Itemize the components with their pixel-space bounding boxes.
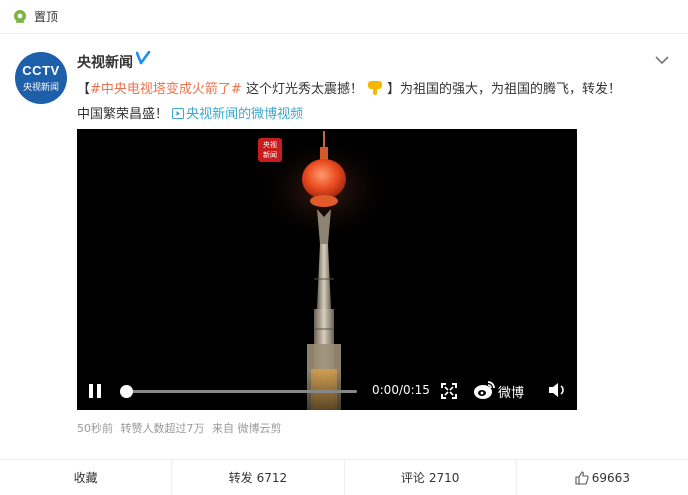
weibo-post: CCTV 央视新闻 央视新闻 【#中央电视塔变成火箭了# 这个灯光秀太震撼！ 】… — [0, 34, 688, 495]
hashtag-link[interactable]: #中央电视塔变成火箭了# — [90, 82, 242, 97]
post-text-line-1: 【#中央电视塔变成火箭了# 这个灯光秀太震撼！ 】为祖国的强大，为祖国的腾飞，转… — [77, 78, 621, 97]
comment-label: 评论 — [400, 471, 425, 485]
pinned-bar: 置顶 — [0, 0, 688, 34]
comment-button[interactable]: 评论 2710 — [345, 460, 517, 495]
hand-pointing-down-icon — [367, 81, 382, 95]
repost-label: 转发 — [228, 471, 253, 485]
comment-count: 2710 — [428, 470, 460, 485]
weibo-brand-text: 微博 — [498, 386, 525, 401]
volume-icon[interactable] — [548, 382, 566, 398]
post-text-continued: 】为祖国的强大，为祖国的腾飞，转发！ — [386, 82, 621, 97]
video-frame-tower — [254, 131, 394, 410]
video-player[interactable]: 央视 新闻 0:00/0:15 微博 — [77, 129, 577, 410]
progress-track[interactable] — [119, 385, 357, 398]
video-source-link[interactable]: 央视新闻的微博视频 — [186, 107, 303, 122]
avatar-sub-text: 央视新闻 — [22, 83, 59, 93]
video-time: 0:00/0:15 — [372, 383, 430, 397]
progress-knob[interactable] — [119, 385, 133, 398]
action-bar: 收藏 转发 6712 评论 2710 69663 — [0, 459, 688, 495]
favorite-button[interactable]: 收藏 — [0, 460, 173, 495]
avatar-logo-text: CCTV — [22, 63, 60, 78]
post-time[interactable]: 50秒前 — [77, 422, 113, 435]
pin-icon — [14, 9, 26, 23]
cctv-watermark: 央视 新闻 — [258, 138, 282, 162]
chevron-down-icon[interactable] — [654, 54, 670, 66]
fullscreen-icon[interactable] — [441, 383, 457, 399]
thumbs-up-icon — [575, 470, 589, 485]
post-text: 这个灯光秀太震撼！ — [241, 82, 363, 97]
author-name[interactable]: 央视新闻 — [77, 52, 133, 72]
bracket-open: 【 — [77, 82, 91, 97]
like-button[interactable]: 69663 — [517, 460, 688, 495]
repost-count: 6712 — [256, 470, 288, 485]
pause-icon[interactable] — [87, 383, 103, 399]
repost-button[interactable]: 转发 6712 — [172, 460, 345, 495]
post-text-line-2: 中国繁荣昌盛！ 央视新闻的微博视频 — [77, 103, 303, 122]
post-text-end: 中国繁荣昌盛！ — [77, 107, 173, 122]
weibo-logo-icon — [474, 381, 495, 399]
avatar[interactable]: CCTV 央视新闻 — [15, 52, 67, 104]
reposts-note: 转赞人数超过7万 — [120, 422, 205, 435]
verified-icon — [136, 51, 150, 65]
player-controls: 0:00/0:15 微博 — [77, 371, 577, 410]
pinned-label: 置顶 — [34, 10, 59, 24]
favorite-label: 收藏 — [73, 471, 98, 485]
like-count: 69663 — [591, 470, 630, 485]
post-meta: 50秒前 转赞人数超过7万 来自 微博云剪 — [77, 420, 282, 436]
post-source[interactable]: 来自 微博云剪 — [212, 422, 282, 435]
watermark-text: 央视 新闻 — [263, 141, 277, 159]
video-link-icon — [172, 108, 185, 119]
